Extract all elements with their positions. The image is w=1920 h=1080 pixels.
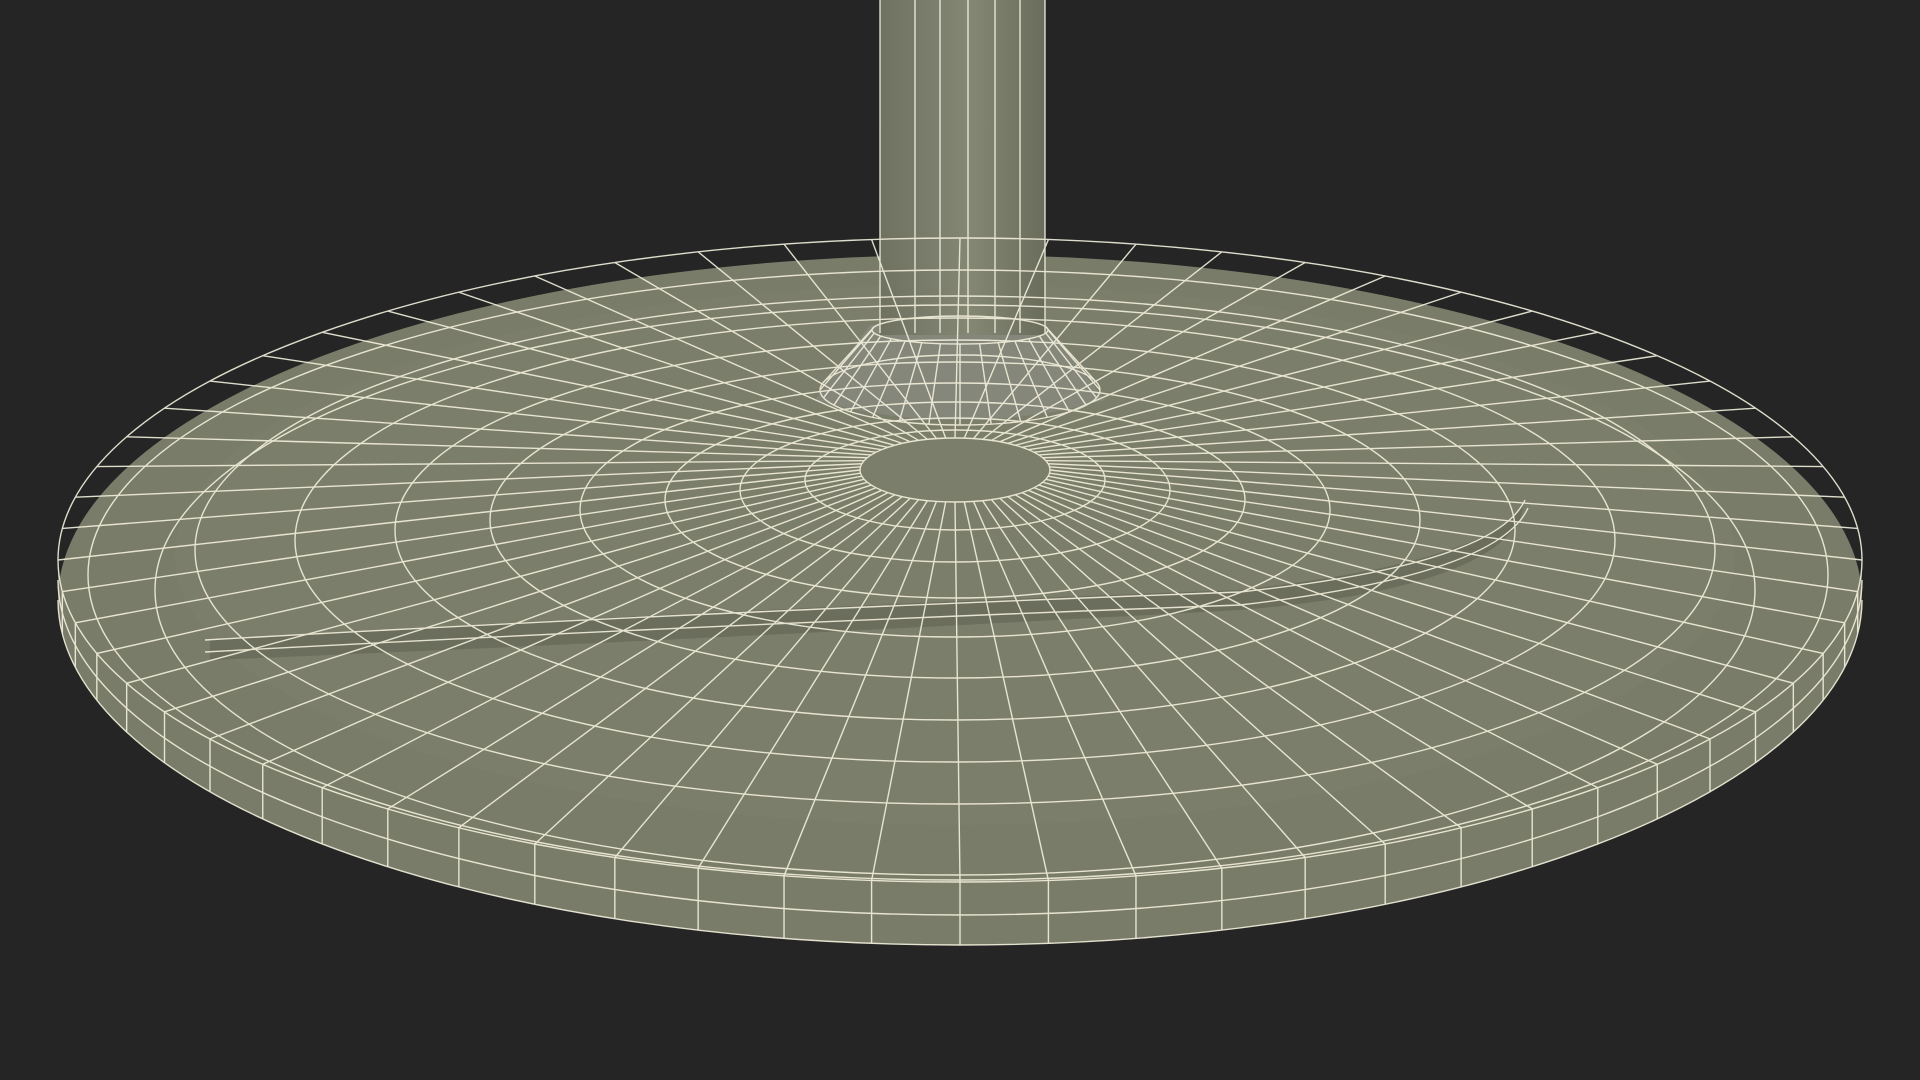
wireframe-viewport [0, 0, 1920, 1080]
